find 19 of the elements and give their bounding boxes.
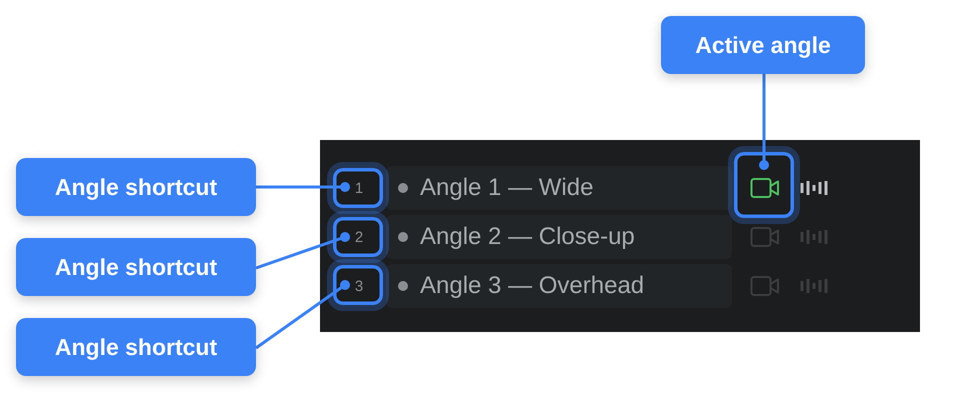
- audio-meter-icon: [800, 228, 830, 246]
- highlight-ring: [327, 259, 389, 311]
- highlight-ring: [327, 211, 389, 263]
- status-dot: [398, 183, 408, 193]
- angle-item[interactable]: Angle 3 — Overhead: [386, 264, 732, 308]
- callout-label: Angle shortcut: [16, 158, 256, 216]
- highlight-ring: [327, 162, 389, 214]
- status-dot: [398, 281, 408, 291]
- callout-label: Active angle: [661, 16, 865, 74]
- audio-meter-icon: [800, 277, 830, 295]
- callout-label: Angle shortcut: [16, 318, 256, 376]
- shortcut-key: 3: [344, 276, 374, 296]
- status-dot: [398, 232, 408, 242]
- shortcut-key: 1: [344, 178, 374, 198]
- callout-label: Angle shortcut: [16, 238, 256, 296]
- audio-meter-icon: [800, 179, 830, 197]
- shortcut-key: 2: [344, 227, 374, 247]
- camera-icon[interactable]: [750, 177, 780, 199]
- angle-item[interactable]: Angle 2 — Close-up: [386, 215, 732, 259]
